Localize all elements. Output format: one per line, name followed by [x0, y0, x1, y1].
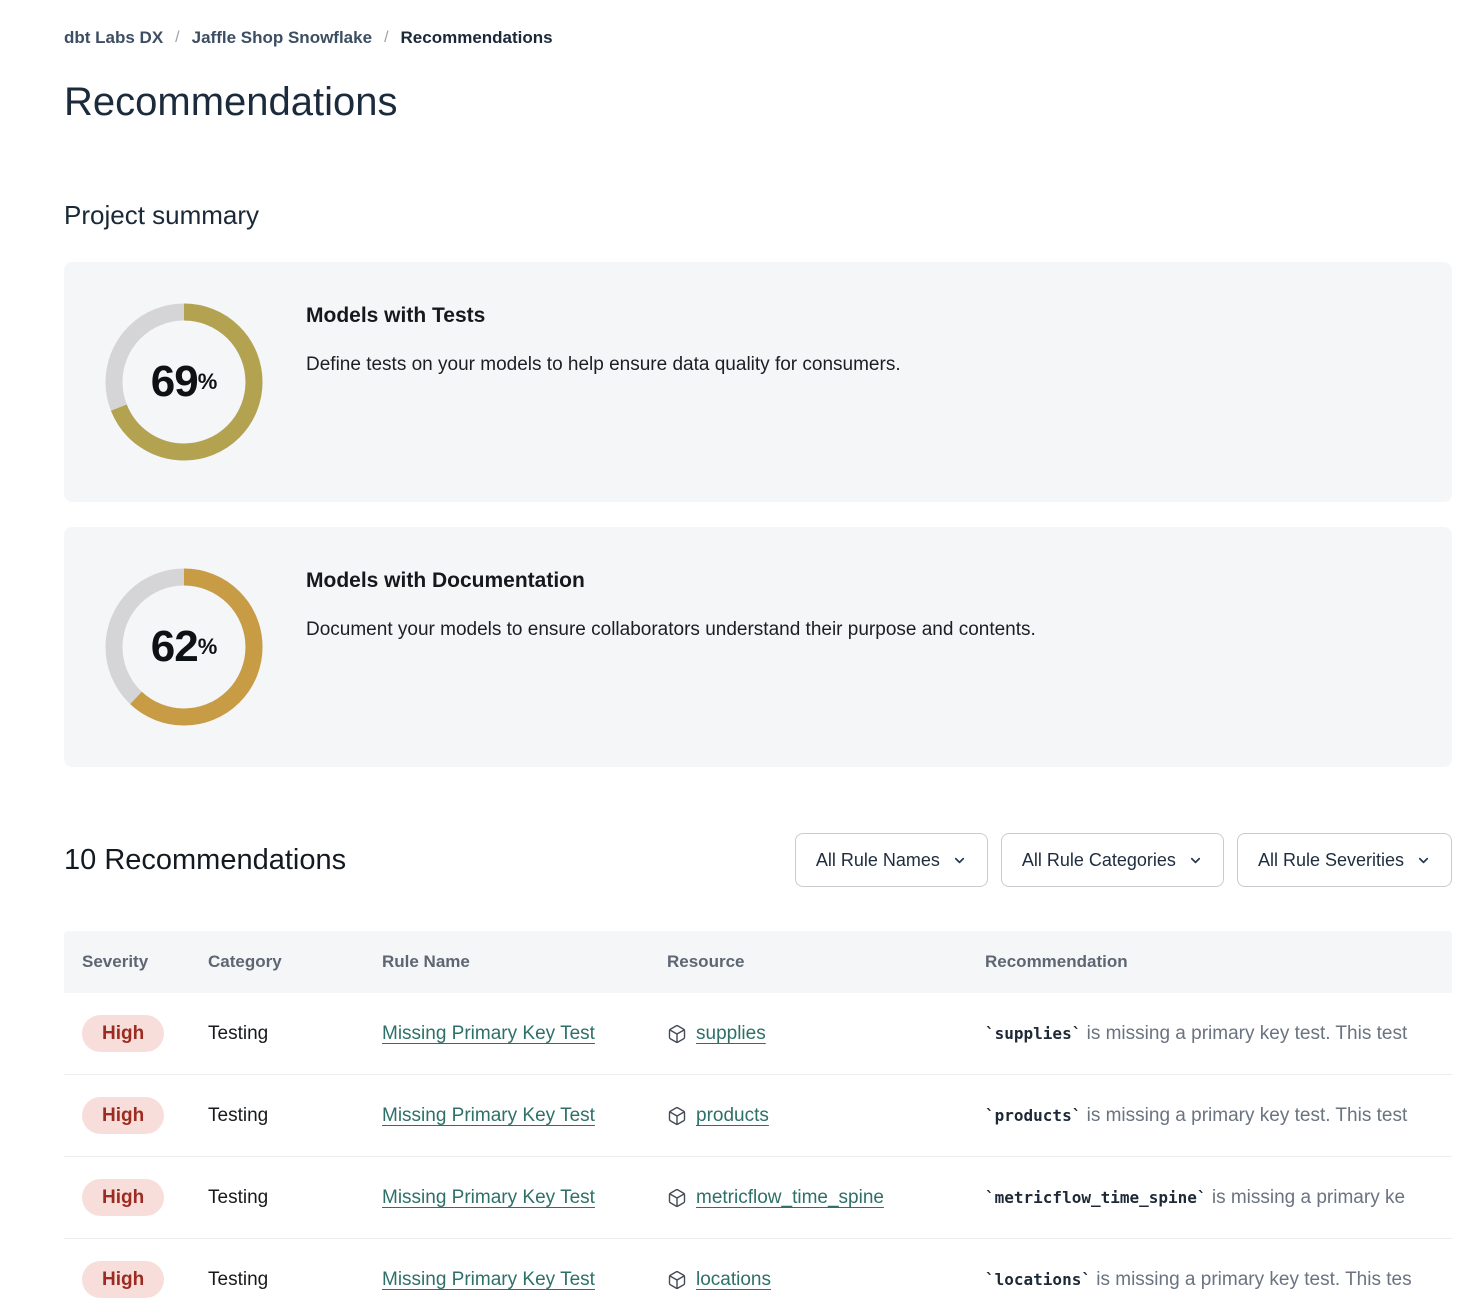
breadcrumb-item-project[interactable]: Jaffle Shop Snowflake	[192, 28, 372, 48]
recommendation-cell: `locations` is missing a primary key tes…	[985, 1269, 1452, 1291]
model-cube-icon	[667, 1188, 687, 1208]
table-row: High Testing Missing Primary Key Test pr…	[64, 1075, 1452, 1157]
breadcrumb-item-current: Recommendations	[401, 28, 553, 48]
filter-label: All Rule Severities	[1258, 850, 1404, 871]
severity-badge: High	[82, 1097, 164, 1134]
docs-percent-label: 62%	[102, 565, 266, 729]
percent-value: 62	[151, 622, 198, 672]
category-cell: Testing	[208, 1023, 382, 1045]
breadcrumb: dbt Labs DX / Jaffle Shop Snowflake / Re…	[64, 28, 1452, 48]
column-header-rule-name: Rule Name	[382, 952, 667, 972]
recommendation-cell: `metricflow_time_spine` is missing a pri…	[985, 1187, 1452, 1209]
rule-name-link[interactable]: Missing Primary Key Test	[382, 1105, 595, 1126]
severity-badge: High	[82, 1179, 164, 1216]
recommendation-cell: `products` is missing a primary key test…	[985, 1105, 1452, 1127]
summary-card-tests: 69% Models with Tests Define tests on yo…	[64, 262, 1452, 502]
recommendations-count-heading: 10 Recommendations	[64, 844, 346, 877]
severity-badge: High	[82, 1261, 164, 1298]
column-header-resource: Resource	[667, 952, 985, 972]
recommendation-text: is missing a primary ke	[1207, 1187, 1406, 1208]
breadcrumb-separator: /	[384, 29, 388, 47]
card-title-documentation: Models with Documentation	[306, 569, 1036, 593]
rule-name-link[interactable]: Missing Primary Key Test	[382, 1269, 595, 1290]
percent-value: 69	[151, 357, 198, 407]
rule-severities-filter-dropdown[interactable]: All Rule Severities	[1237, 833, 1452, 887]
filter-label: All Rule Names	[816, 850, 940, 871]
recommendation-text: is missing a primary key test. This test	[1081, 1105, 1407, 1126]
table-row: High Testing Missing Primary Key Test su…	[64, 993, 1452, 1075]
resource-code: `locations`	[985, 1270, 1091, 1289]
percent-sign: %	[198, 634, 218, 660]
tests-percent-label: 69%	[102, 300, 266, 464]
chevron-down-icon	[952, 853, 967, 868]
category-cell: Testing	[208, 1187, 382, 1209]
resource-code: `supplies`	[985, 1024, 1081, 1043]
model-cube-icon	[667, 1270, 687, 1290]
table-header-row: Severity Category Rule Name Resource Rec…	[64, 931, 1452, 993]
summary-card-documentation: 62% Models with Documentation Document y…	[64, 527, 1452, 767]
rule-names-filter-dropdown[interactable]: All Rule Names	[795, 833, 988, 887]
chevron-down-icon	[1416, 853, 1431, 868]
table-row: High Testing Missing Primary Key Test lo…	[64, 1239, 1452, 1316]
category-cell: Testing	[208, 1269, 382, 1291]
resource-link[interactable]: supplies	[696, 1023, 766, 1045]
chevron-down-icon	[1188, 853, 1203, 868]
category-cell: Testing	[208, 1105, 382, 1127]
resource-code: `metricflow_time_spine`	[985, 1188, 1207, 1207]
rule-categories-filter-dropdown[interactable]: All Rule Categories	[1001, 833, 1224, 887]
tests-donut-chart: 69%	[102, 300, 266, 464]
column-header-category: Category	[208, 952, 382, 972]
card-title-tests: Models with Tests	[306, 304, 901, 328]
table-row: High Testing Missing Primary Key Test me…	[64, 1157, 1452, 1239]
resource-link[interactable]: metricflow_time_spine	[696, 1187, 884, 1209]
severity-badge: High	[82, 1015, 164, 1052]
column-header-severity: Severity	[82, 952, 208, 972]
column-header-recommendation: Recommendation	[985, 952, 1452, 972]
docs-donut-chart: 62%	[102, 565, 266, 729]
breadcrumb-separator: /	[175, 29, 179, 47]
recommendation-cell: `supplies` is missing a primary key test…	[985, 1023, 1452, 1045]
recommendations-table: Severity Category Rule Name Resource Rec…	[64, 931, 1452, 1316]
model-cube-icon	[667, 1024, 687, 1044]
recommendation-text: is missing a primary key test. This test	[1081, 1023, 1407, 1044]
filter-label: All Rule Categories	[1022, 850, 1176, 871]
model-cube-icon	[667, 1106, 687, 1126]
resource-link[interactable]: locations	[696, 1269, 771, 1291]
page-title: Recommendations	[64, 78, 1452, 126]
percent-sign: %	[198, 369, 218, 395]
filter-bar: All Rule Names All Rule Categories All R…	[795, 833, 1452, 887]
card-description-tests: Define tests on your models to help ensu…	[306, 354, 901, 376]
rule-name-link[interactable]: Missing Primary Key Test	[382, 1187, 595, 1208]
recommendation-text: is missing a primary key test. This tes	[1091, 1269, 1412, 1290]
recommendations-page: dbt Labs DX / Jaffle Shop Snowflake / Re…	[0, 0, 1484, 1316]
project-summary-heading: Project summary	[64, 198, 1452, 232]
card-description-documentation: Document your models to ensure collabora…	[306, 619, 1036, 641]
resource-link[interactable]: products	[696, 1105, 769, 1127]
breadcrumb-item-account[interactable]: dbt Labs DX	[64, 28, 163, 48]
rule-name-link[interactable]: Missing Primary Key Test	[382, 1023, 595, 1044]
resource-code: `products`	[985, 1106, 1081, 1125]
